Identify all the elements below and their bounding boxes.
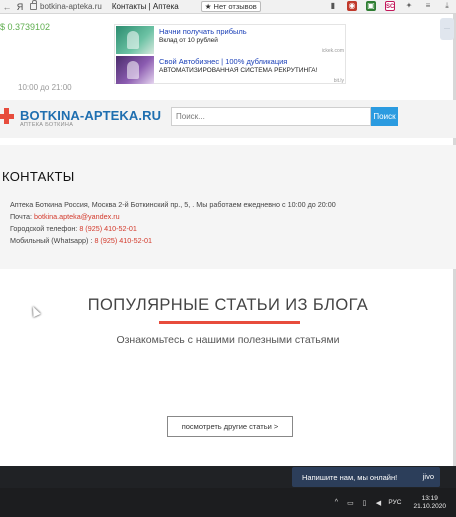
price-ticker: $ 0.3739102 <box>0 22 51 32</box>
monitor-icon[interactable]: ▭ <box>346 499 354 507</box>
address-bar[interactable]: botkina-apteka.ru Контакты | Аптека <box>30 0 179 11</box>
mobile-label: Мобильный (Whatsapp) : <box>10 236 93 245</box>
title-underline <box>159 321 300 324</box>
ad-item[interactable]: Свой Автобизнес | 100% дубликация АВТОМА… <box>115 55 347 85</box>
clock-time: 13:19 <box>421 494 438 502</box>
search-input[interactable] <box>171 107 371 126</box>
ad-item[interactable]: Начни получать прибыль Вклад от 10 рубле… <box>115 25 347 55</box>
search-button[interactable]: Поиск <box>371 107 398 126</box>
hours-text: 10:00 до 21:00 <box>18 83 72 92</box>
menu-icon[interactable]: ≡ <box>423 1 433 11</box>
email-link[interactable]: botkina.apteka@yandex.ru <box>34 212 120 221</box>
chat-widget[interactable]: Напишите нам, мы онлайн! jivo <box>292 467 440 487</box>
email-row: Почта: botkina.apteka@yandex.ru <box>10 212 120 221</box>
more-articles-button[interactable]: посмотреть другие статьи > <box>167 416 293 437</box>
phone-link[interactable]: 8 (925) 410-52-01 <box>79 224 137 233</box>
browser-toolbar: ← Я botkina-apteka.ru Контакты | Аптека … <box>0 0 456 14</box>
extension-sc-icon[interactable]: SC <box>385 1 395 11</box>
site-logo[interactable]: BOTKINA-APTEKA.RU <box>20 108 161 123</box>
lock-icon <box>30 0 37 10</box>
mobile-row: Мобильный (Whatsapp) : 8 (925) 410-52-01 <box>10 236 152 245</box>
speaker-icon[interactable]: ◀ <box>374 499 382 507</box>
extensions-area: ▮ ◉ ▣ SC ✦ ≡ ⤓ <box>328 1 452 11</box>
chat-label[interactable]: Напишите нам, мы онлайн! <box>302 473 397 482</box>
mobile-link[interactable]: 8 (925) 410-52-01 <box>94 236 152 245</box>
page-title: КОНТАКТЫ <box>2 169 75 184</box>
tab-title: Контакты | Аптека <box>111 2 179 11</box>
ad-subtitle: АВТОМАТИЗИРОВАННАЯ СИСТЕМА РЕКРУТИНГА! <box>159 67 318 74</box>
ad-source: ickek.com <box>321 48 344 54</box>
ad-banner[interactable]: Начни получать прибыль Вклад от 10 рубле… <box>114 24 346 84</box>
jivo-logo: jivo <box>422 472 434 481</box>
side-widget-icon[interactable]: ··· <box>440 18 454 40</box>
reviews-badge[interactable]: ★ Нет отзывов <box>200 1 261 12</box>
system-tray: ^ ▭ ▯ ◀ РУС 13:19 21.10.2020 <box>332 488 456 517</box>
url-text[interactable]: botkina-apteka.ru <box>40 2 102 11</box>
email-label: Почта: <box>10 212 32 221</box>
download-icon[interactable]: ⤓ <box>442 1 452 11</box>
back-arrow-icon[interactable]: ← <box>0 2 14 12</box>
ad-title[interactable]: Свой Автобизнес | 100% дубликация <box>159 57 343 66</box>
ad-thumbnail <box>116 56 154 84</box>
ad-title[interactable]: Начни получать прибыль <box>159 27 343 36</box>
address-text: Аптека Боткина Россия, Москва 2-й Боткин… <box>10 200 336 209</box>
blog-section-title: ПОПУЛЯРНЫЕ СТАТЬИ ИЗ БЛОГА <box>87 296 369 314</box>
blog-section-subtitle: Ознакомьтесь с нашими полезными статьями <box>116 334 340 346</box>
clock[interactable]: 13:19 21.10.2020 <box>413 495 446 511</box>
logo-tagline: АПТЕКА БОТКИНА <box>20 122 74 128</box>
phone-row: Городской телефон: 8 (925) 410-52-01 <box>10 224 137 233</box>
phone-label: Городской телефон: <box>10 224 78 233</box>
extension-red-icon[interactable]: ◉ <box>347 1 357 11</box>
ad-source: bit.ly <box>333 78 344 84</box>
yandex-logo-icon[interactable]: Я <box>14 2 26 12</box>
bookmark-icon[interactable]: ▮ <box>328 1 338 11</box>
language-indicator[interactable]: РУС <box>388 499 401 506</box>
extension-green-icon[interactable]: ▣ <box>366 1 376 11</box>
power-plug-icon[interactable]: ▯ <box>360 499 368 507</box>
ad-subtitle: Вклад от 10 рублей <box>159 37 218 44</box>
contacts-section: КОНТАКТЫ Аптека Боткина Россия, Москва 2… <box>0 145 456 269</box>
gift-icon[interactable]: ✦ <box>404 1 414 11</box>
ad-thumbnail <box>116 26 154 54</box>
pharmacy-cross-icon[interactable] <box>0 108 14 124</box>
chevron-up-icon[interactable]: ^ <box>332 499 340 506</box>
clock-date: 21.10.2020 <box>413 502 446 510</box>
